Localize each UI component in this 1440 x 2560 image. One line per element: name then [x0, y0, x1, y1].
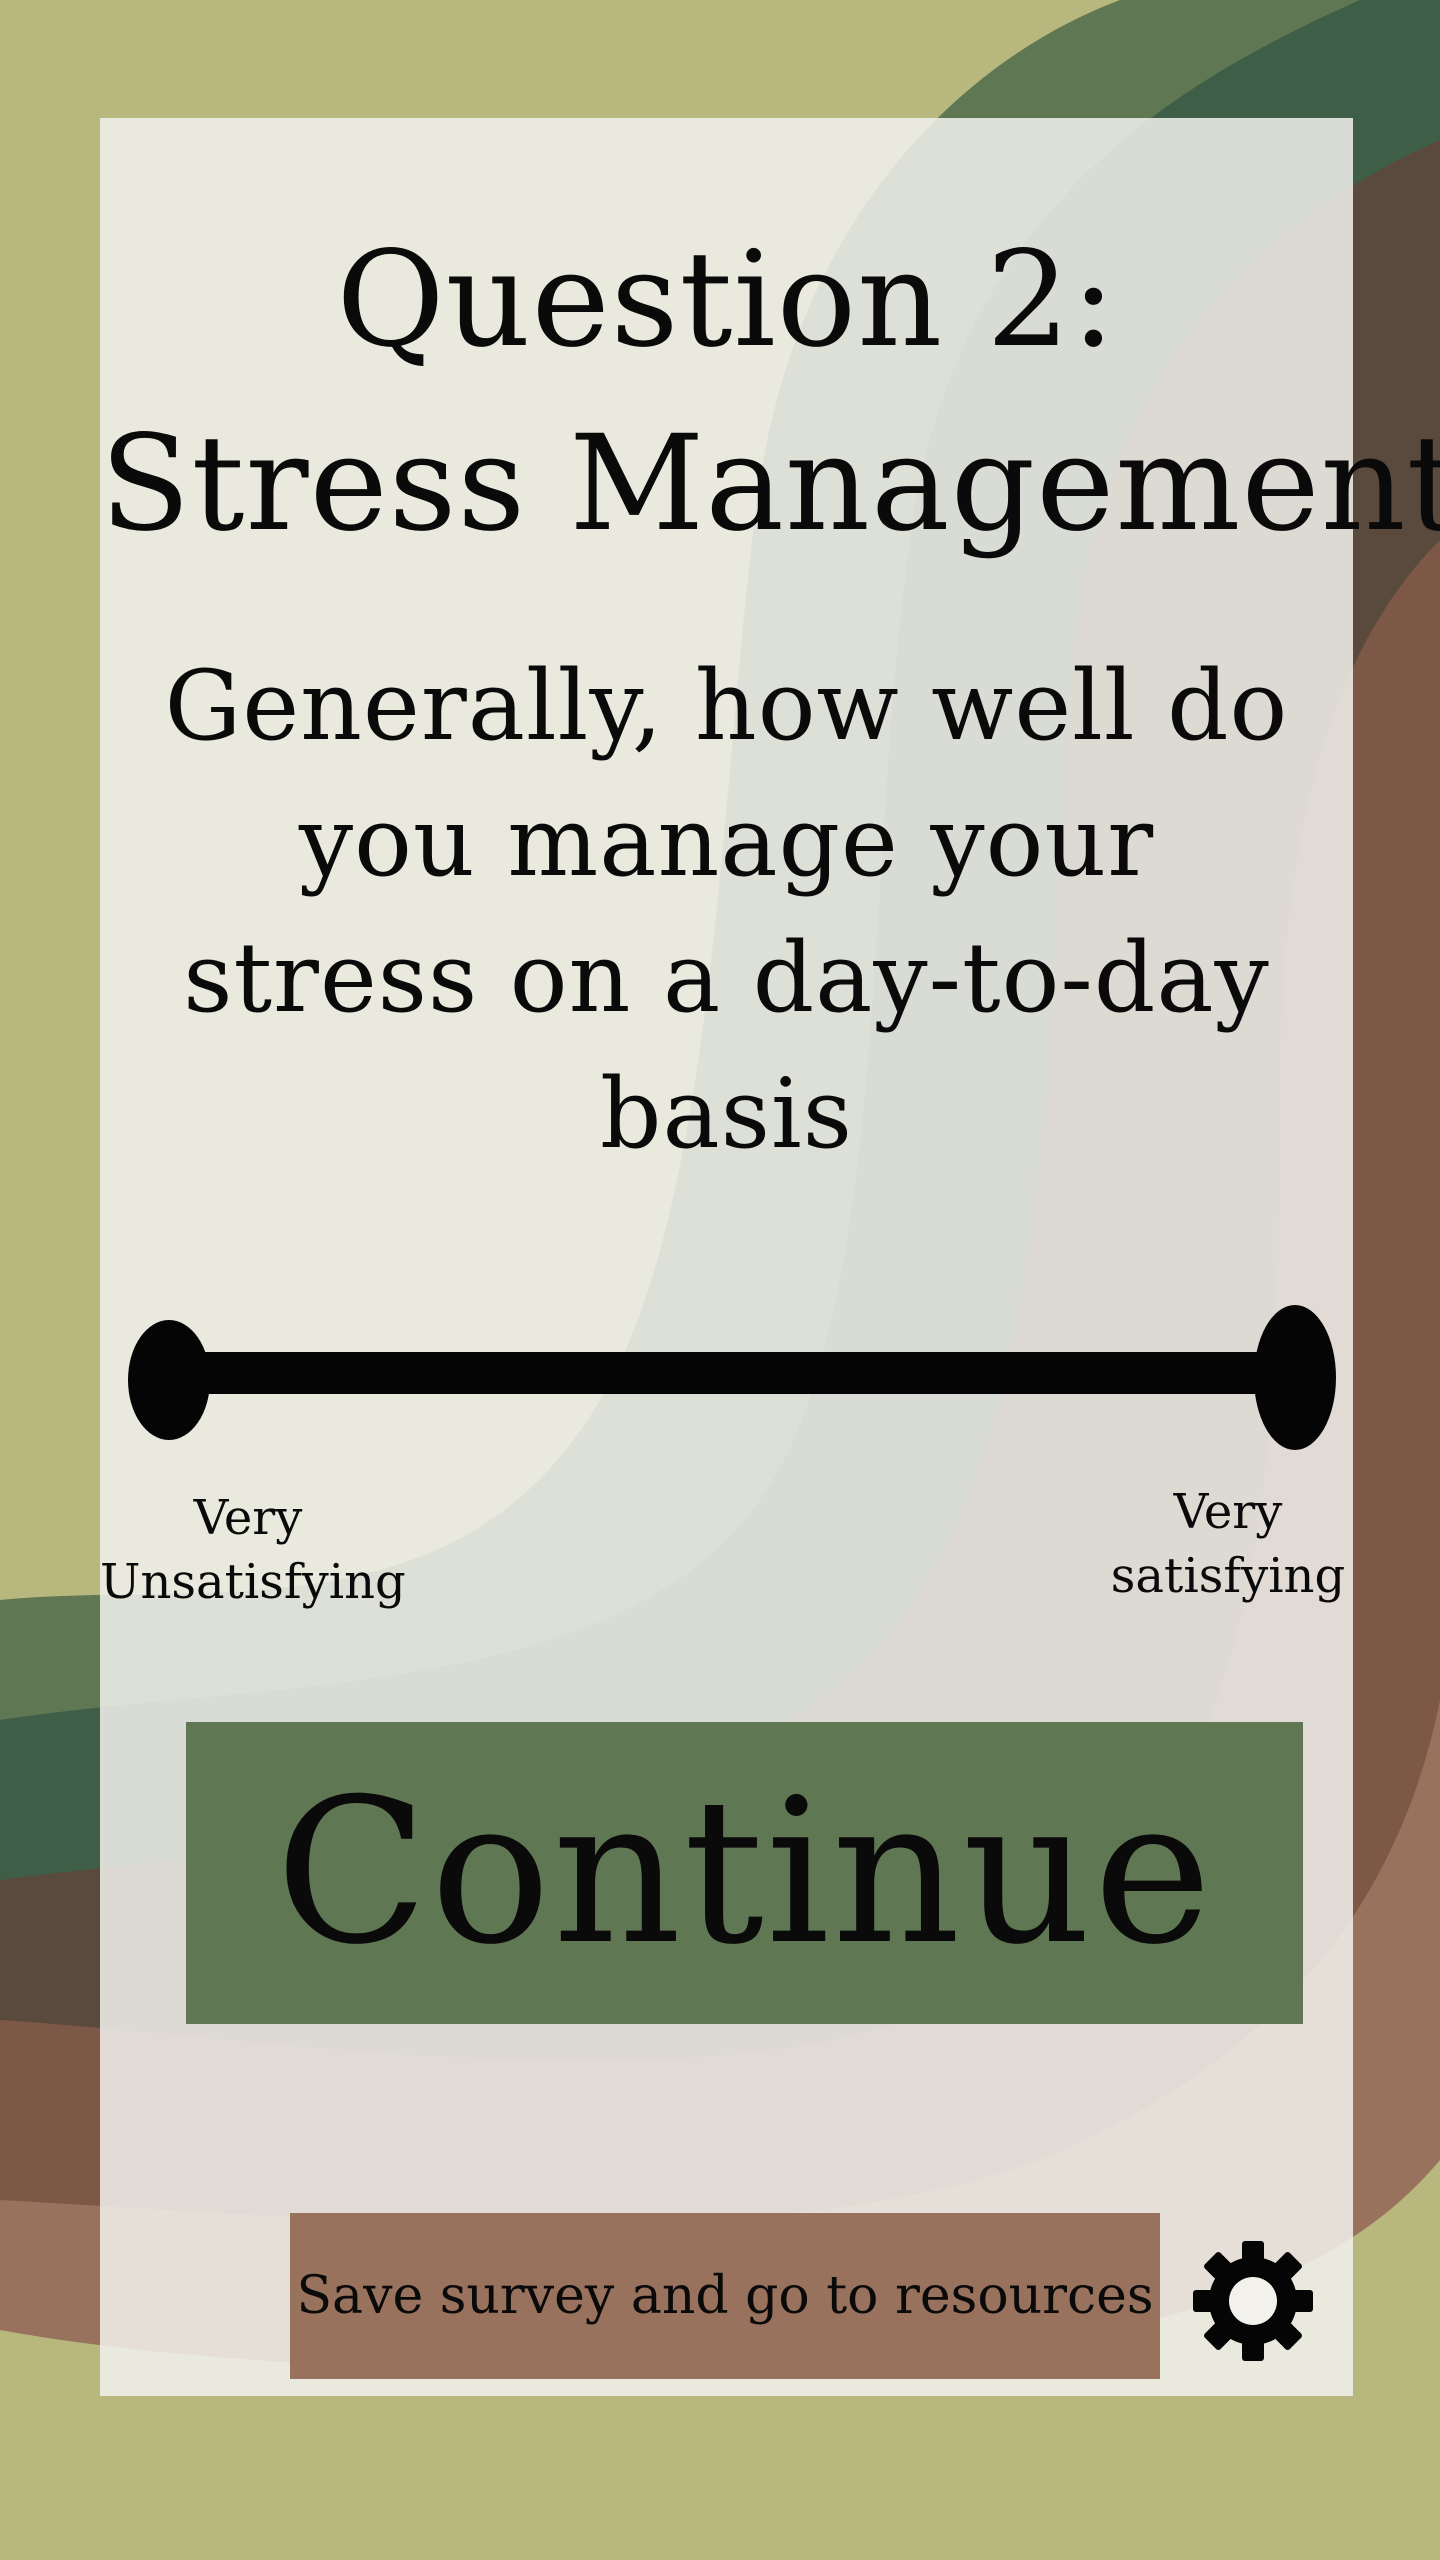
- question-text: Generally, how well do you manage your s…: [164, 650, 1289, 1170]
- scale-label-min: Very Unsatisfying: [100, 1486, 406, 1614]
- gear-icon: [1193, 2241, 1313, 2361]
- scale-label-min-line2: Unsatisfying: [100, 1554, 406, 1610]
- scale-label-max: Very satisfying: [1098, 1480, 1358, 1608]
- settings-button[interactable]: [1190, 2238, 1316, 2364]
- save-and-resources-button[interactable]: Save survey and go to resources: [290, 2213, 1160, 2379]
- question-title: Question 2: Stress Management: [100, 208, 1440, 576]
- slider-handle-right[interactable]: [1254, 1305, 1336, 1450]
- satisfaction-slider[interactable]: [128, 1300, 1338, 1450]
- scale-label-max-line1: Very: [1173, 1484, 1283, 1540]
- scale-label-min-line1: Very: [193, 1490, 303, 1546]
- question-number: Question 2:: [336, 223, 1117, 377]
- question-topic: Stress Management: [100, 407, 1440, 561]
- scale-label-max-line2: satisfying: [1110, 1548, 1346, 1604]
- slider-handle-left[interactable]: [128, 1320, 210, 1440]
- slider-track[interactable]: [168, 1352, 1318, 1394]
- survey-card: Question 2: Stress Management Generally,…: [100, 118, 1440, 2396]
- continue-button[interactable]: Continue: [186, 1722, 1303, 2024]
